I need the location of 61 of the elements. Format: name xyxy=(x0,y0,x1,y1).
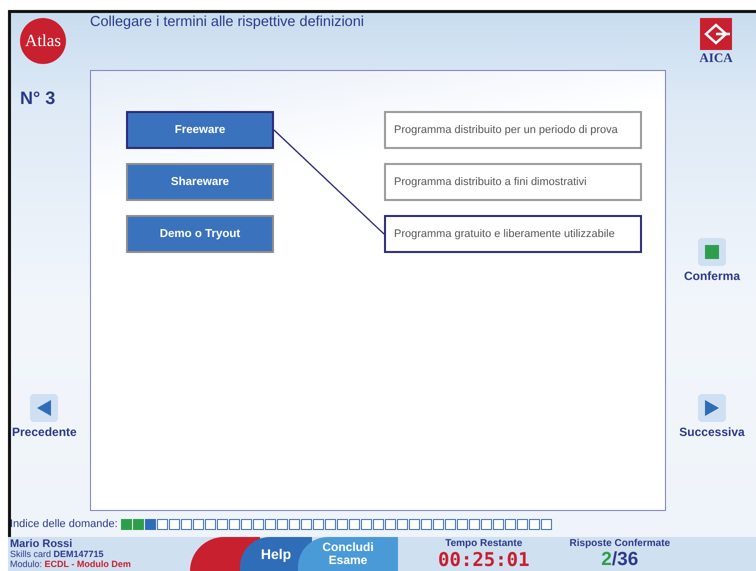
time-remaining-label: Tempo Restante xyxy=(445,538,522,548)
skills-card-text: Skills card DEM147715 xyxy=(10,550,105,560)
question-index-label: Indice delle domande: xyxy=(10,518,118,530)
question-index-box[interactable] xyxy=(252,518,264,530)
question-index-box[interactable] xyxy=(336,518,348,530)
question-index-box[interactable] xyxy=(240,518,252,530)
question-index-box[interactable] xyxy=(288,518,300,530)
question-index-box[interactable] xyxy=(300,518,312,530)
question-index-box[interactable] xyxy=(372,518,384,530)
term-button[interactable]: Freeware xyxy=(126,111,274,149)
question-index-box[interactable] xyxy=(480,518,492,530)
question-index-box[interactable] xyxy=(396,518,408,530)
question-index-box[interactable] xyxy=(216,518,228,530)
question-index-box[interactable] xyxy=(156,518,168,530)
confirm-button[interactable]: Conferma xyxy=(684,238,740,283)
atlas-logo: Atlas xyxy=(20,18,66,64)
question-index-box[interactable] xyxy=(264,518,276,530)
aica-label: AICA xyxy=(699,50,733,66)
question-index-box[interactable] xyxy=(120,518,132,530)
question-index-box[interactable] xyxy=(408,518,420,530)
confirmed-answers-label: Risposte Confermate xyxy=(570,538,670,548)
term-button[interactable]: Shareware xyxy=(126,163,274,201)
question-index-box[interactable] xyxy=(420,518,432,530)
left-triangle-icon xyxy=(37,400,52,416)
question-index-box[interactable] xyxy=(192,518,204,530)
question-index-box[interactable] xyxy=(504,518,516,530)
definition-box[interactable]: Programma gratuito e liberamente utilizzabile xyxy=(384,215,642,253)
question-index-box[interactable] xyxy=(456,518,468,530)
question-number: N° 3 xyxy=(20,88,56,109)
question-index-box[interactable] xyxy=(492,518,504,530)
question-index-box[interactable] xyxy=(312,518,324,530)
right-triangle-icon xyxy=(704,400,719,416)
question-index-box[interactable] xyxy=(468,518,480,530)
question-index-box[interactable] xyxy=(348,518,360,530)
module-text: Modulo: ECDL - Modulo Dem xyxy=(10,560,132,570)
question-index-box[interactable] xyxy=(228,518,240,530)
confirmed-answers-count: 2/36 xyxy=(601,548,638,570)
question-index-box[interactable] xyxy=(168,518,180,530)
definition-box[interactable]: Programma distribuito a fini dimostrativi xyxy=(384,163,642,201)
question-index-box[interactable] xyxy=(528,518,540,530)
question-index-box[interactable] xyxy=(204,518,216,530)
time-remaining: 00:25:01 xyxy=(438,548,530,570)
square-icon xyxy=(704,245,719,259)
question-index-box[interactable] xyxy=(324,518,336,530)
question-index-box[interactable] xyxy=(180,518,192,530)
question-index-box[interactable] xyxy=(432,518,444,530)
previous-button[interactable]: Precedente xyxy=(12,394,77,439)
definition-box[interactable]: Programma distribuito per un periodo di prova xyxy=(384,111,642,149)
question-title: Collegare i termini alle rispettive definizioni xyxy=(90,13,366,32)
term-button[interactable]: Demo o Tryout xyxy=(126,215,274,253)
question-index-box[interactable] xyxy=(360,518,372,530)
question-index-box[interactable] xyxy=(384,518,396,530)
question-index-box[interactable] xyxy=(540,518,552,530)
question-index-box[interactable] xyxy=(144,518,156,530)
aica-logo-icon xyxy=(700,18,732,50)
question-index-box[interactable] xyxy=(444,518,456,530)
question-index-box[interactable] xyxy=(276,518,288,530)
question-index-box[interactable] xyxy=(132,518,144,530)
next-button[interactable]: Successiva xyxy=(679,394,745,439)
question-index-box[interactable] xyxy=(516,518,528,530)
user-name: Mario Rossi xyxy=(10,538,74,550)
